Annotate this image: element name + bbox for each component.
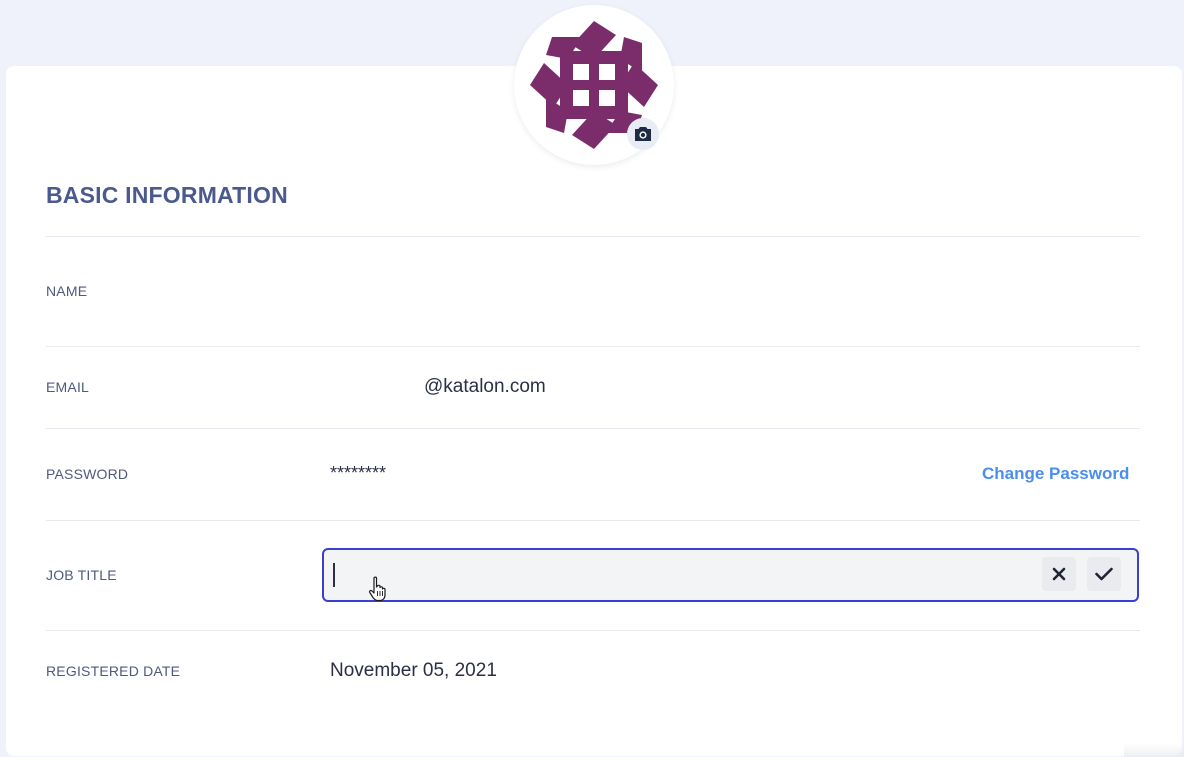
divider xyxy=(46,236,1140,237)
job-title-input[interactable] xyxy=(332,556,1036,594)
divider xyxy=(46,520,1140,521)
close-icon xyxy=(1052,567,1066,581)
divider xyxy=(46,630,1140,631)
profile-card xyxy=(6,66,1182,756)
camera-icon xyxy=(635,127,651,141)
change-password-link[interactable]: Change Password xyxy=(982,464,1129,484)
section-title: BASIC INFORMATION xyxy=(46,182,288,208)
text-caret xyxy=(333,563,335,587)
change-avatar-button[interactable] xyxy=(627,118,659,150)
email-label: EMAIL xyxy=(46,379,90,395)
card-edge-shadow xyxy=(1124,743,1184,757)
password-label: PASSWORD xyxy=(46,466,129,482)
check-icon xyxy=(1095,567,1113,581)
divider xyxy=(46,346,1140,347)
divider xyxy=(46,428,1140,429)
confirm-edit-button[interactable] xyxy=(1087,557,1121,591)
email-value: @katalon.com xyxy=(424,376,546,397)
avatar[interactable] xyxy=(514,5,674,165)
hand-cursor-icon xyxy=(369,576,386,602)
job-title-field[interactable] xyxy=(322,548,1139,602)
job-title-label: JOB TITLE xyxy=(46,567,117,583)
registered-date-value: November 05, 2021 xyxy=(330,660,497,681)
password-value: ******** xyxy=(330,463,387,483)
cancel-edit-button[interactable] xyxy=(1042,557,1076,591)
name-label: NAME xyxy=(46,283,88,299)
registered-date-label: REGISTERED DATE xyxy=(46,663,181,679)
